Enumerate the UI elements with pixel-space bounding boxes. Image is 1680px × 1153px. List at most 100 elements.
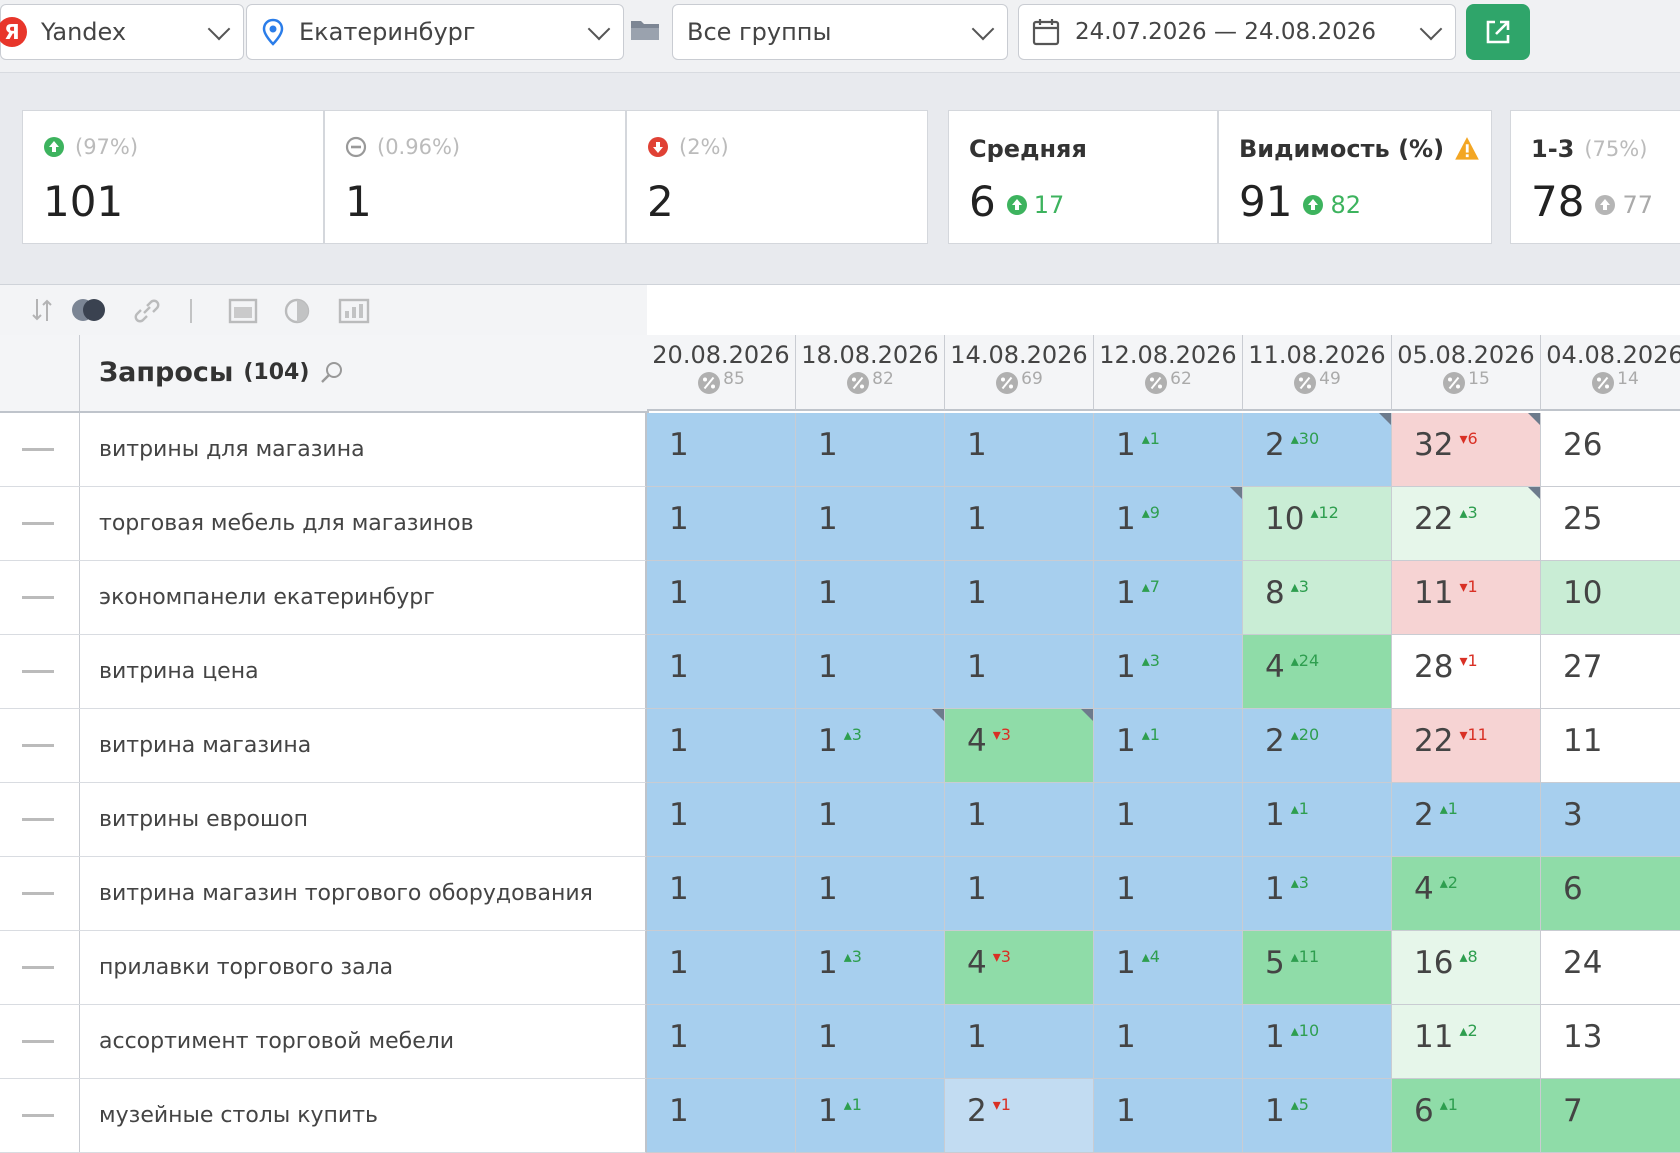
position-cell[interactable]: 6: [1541, 857, 1680, 931]
position-cell[interactable]: 1 ▴3: [796, 931, 945, 1005]
warning-icon[interactable]: [1454, 136, 1480, 162]
position-cell[interactable]: 1: [647, 1079, 796, 1153]
position-cell[interactable]: 1 ▴3: [1094, 635, 1243, 709]
position-cell[interactable]: 1: [647, 561, 796, 635]
position-cell[interactable]: 1: [647, 783, 796, 857]
row-select-cell[interactable]: [0, 783, 80, 856]
date-column-header[interactable]: 20.08.2026 85: [647, 335, 796, 411]
row-select-cell[interactable]: [0, 1079, 80, 1152]
position-cell[interactable]: 1: [945, 487, 1094, 561]
position-cell[interactable]: 1: [1094, 857, 1243, 931]
position-cell[interactable]: 2 ▾1: [945, 1079, 1094, 1153]
date-column-header[interactable]: 05.08.2026 15: [1392, 335, 1541, 411]
position-cell[interactable]: 1: [796, 857, 945, 931]
position-cell[interactable]: 1: [1094, 1005, 1243, 1079]
sort-icon[interactable]: [30, 297, 54, 323]
position-cell[interactable]: 1 ▴9: [1094, 487, 1243, 561]
position-cell[interactable]: 5 ▴11: [1243, 931, 1392, 1005]
position-cell[interactable]: 25: [1541, 487, 1680, 561]
position-cell[interactable]: 3: [1541, 783, 1680, 857]
position-cell[interactable]: 4 ▾3: [945, 931, 1094, 1005]
position-cell[interactable]: 1: [1094, 1079, 1243, 1153]
export-button[interactable]: [1466, 4, 1530, 60]
row-select-cell[interactable]: [0, 487, 80, 560]
position-cell[interactable]: 1 ▴3: [1243, 857, 1392, 931]
position-cell[interactable]: 32 ▾6: [1392, 413, 1541, 487]
position-cell[interactable]: 24: [1541, 931, 1680, 1005]
contrast-icon[interactable]: [282, 297, 312, 325]
date-column-header[interactable]: 14.08.2026 69: [945, 335, 1094, 411]
position-cell[interactable]: 11 ▾1: [1392, 561, 1541, 635]
position-cell[interactable]: 11: [1541, 709, 1680, 783]
position-cell[interactable]: 1 ▴1: [796, 1079, 945, 1153]
image-chart-icon[interactable]: [338, 297, 370, 325]
position-cell[interactable]: 10 ▴12: [1243, 487, 1392, 561]
position-cell[interactable]: 1 ▴1: [1094, 413, 1243, 487]
select-all-cell[interactable]: [0, 335, 80, 411]
position-cell[interactable]: 1: [796, 635, 945, 709]
position-cell[interactable]: 4 ▴24: [1243, 635, 1392, 709]
search-engine-select[interactable]: Я Yandex: [0, 4, 244, 60]
position-cell[interactable]: 1 ▴1: [1094, 709, 1243, 783]
position-cell[interactable]: 1: [796, 783, 945, 857]
position-cell[interactable]: 1: [945, 1005, 1094, 1079]
position-cell[interactable]: 1: [647, 413, 796, 487]
position-cell[interactable]: 2 ▴20: [1243, 709, 1392, 783]
position-cell[interactable]: 1 ▴5: [1243, 1079, 1392, 1153]
position-cell[interactable]: 1: [945, 561, 1094, 635]
position-cell[interactable]: 16 ▴8: [1392, 931, 1541, 1005]
table-row[interactable]: музейные столы купить: [0, 1079, 647, 1153]
position-cell[interactable]: 28 ▾1: [1392, 635, 1541, 709]
position-cell[interactable]: 1 ▴3: [796, 709, 945, 783]
table-row[interactable]: торговая мебель для магазинов: [0, 487, 647, 561]
position-cell[interactable]: 8 ▴3: [1243, 561, 1392, 635]
position-cell[interactable]: 1: [945, 783, 1094, 857]
row-select-cell[interactable]: [0, 635, 80, 708]
position-cell[interactable]: 7: [1541, 1079, 1680, 1153]
position-cell[interactable]: 1: [945, 635, 1094, 709]
position-cell[interactable]: 1: [796, 413, 945, 487]
position-cell[interactable]: 1: [647, 931, 796, 1005]
position-cell[interactable]: 1 ▴1: [1243, 783, 1392, 857]
position-cell[interactable]: 1: [945, 857, 1094, 931]
position-cell[interactable]: 22 ▾11: [1392, 709, 1541, 783]
date-column-header[interactable]: 11.08.2026 49: [1243, 335, 1392, 411]
position-cell[interactable]: 1 ▴7: [1094, 561, 1243, 635]
table-row[interactable]: витрина магазина: [0, 709, 647, 783]
position-cell[interactable]: 6 ▴1: [1392, 1079, 1541, 1153]
table-row[interactable]: витрины еврошоп: [0, 783, 647, 857]
position-cell[interactable]: 1: [647, 709, 796, 783]
position-cell[interactable]: 26: [1541, 413, 1680, 487]
table-row[interactable]: витрины для магазина: [0, 413, 647, 487]
position-cell[interactable]: 1: [647, 857, 796, 931]
row-select-cell[interactable]: [0, 857, 80, 930]
row-select-cell[interactable]: [0, 931, 80, 1004]
position-cell[interactable]: 1: [796, 1005, 945, 1079]
position-cell[interactable]: 27: [1541, 635, 1680, 709]
table-row[interactable]: витрина магазин торгового оборудования: [0, 857, 647, 931]
date-column-header[interactable]: 04.08.2026 14: [1541, 335, 1680, 411]
position-cell[interactable]: 2 ▴30: [1243, 413, 1392, 487]
row-select-cell[interactable]: [0, 561, 80, 634]
search-icon[interactable]: [319, 360, 345, 386]
position-cell[interactable]: 1: [647, 487, 796, 561]
calendar-grid-icon[interactable]: [228, 297, 258, 325]
row-select-cell[interactable]: [0, 1005, 80, 1078]
position-cell[interactable]: 10: [1541, 561, 1680, 635]
position-cell[interactable]: 4 ▴2: [1392, 857, 1541, 931]
position-cell[interactable]: 1 ▴10: [1243, 1005, 1392, 1079]
position-cell[interactable]: 1: [647, 1005, 796, 1079]
position-cell[interactable]: 1: [647, 635, 796, 709]
position-cell[interactable]: 1: [796, 561, 945, 635]
row-select-cell[interactable]: [0, 413, 80, 486]
position-cell[interactable]: 11 ▴2: [1392, 1005, 1541, 1079]
position-cell[interactable]: 1: [796, 487, 945, 561]
table-row[interactable]: прилавки торгового зала: [0, 931, 647, 1005]
position-cell[interactable]: 1 ▴4: [1094, 931, 1243, 1005]
position-cell[interactable]: 1: [1094, 783, 1243, 857]
date-column-header[interactable]: 18.08.2026 82: [796, 335, 945, 411]
link-icon[interactable]: [132, 297, 162, 325]
position-cell[interactable]: 2 ▴1: [1392, 783, 1541, 857]
table-row[interactable]: ассортимент торговой мебели: [0, 1005, 647, 1079]
folder-icon[interactable]: [630, 18, 660, 42]
